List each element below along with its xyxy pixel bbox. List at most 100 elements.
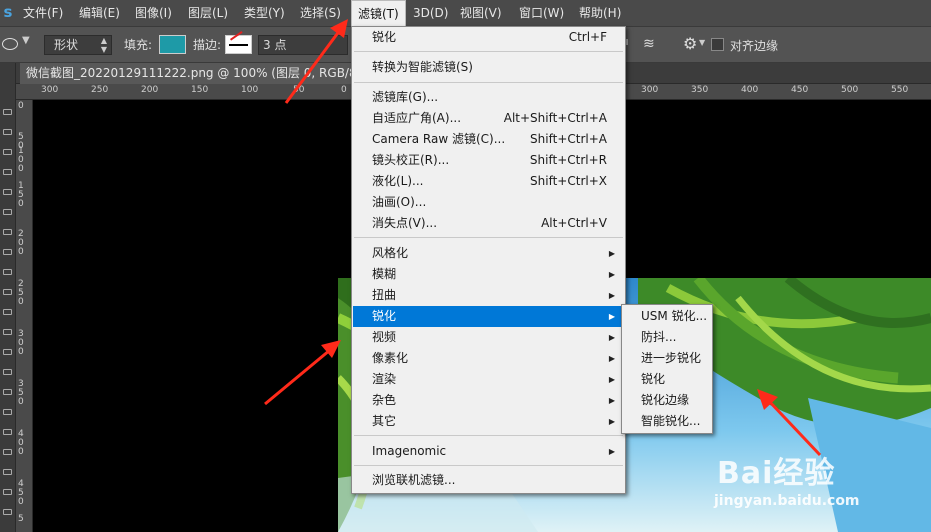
- menu-layer[interactable]: 图层(L): [182, 0, 234, 27]
- ruler-label: 0: [18, 497, 24, 507]
- tool-icon[interactable]: [3, 449, 12, 455]
- menu-item-pixelate[interactable]: 像素化 ▶: [353, 348, 624, 369]
- tool-icon[interactable]: [3, 429, 12, 435]
- tool-icon[interactable]: [3, 269, 12, 275]
- path-arrangement-icon[interactable]: ≋: [643, 36, 661, 54]
- menu-help[interactable]: 帮助(H): [573, 0, 627, 27]
- menu-separator: [354, 435, 623, 436]
- vertical-ruler[interactable]: 0 5 0 1 0 0 1 5 0 2 0 0 2 5 0 3 0 0 3 5 …: [16, 100, 33, 532]
- menu-item-vanishing-point[interactable]: 消失点(V)... Alt+Ctrl+V: [353, 213, 624, 234]
- menu-item-label: 自适应广角(A)...: [372, 111, 462, 125]
- tool-icon[interactable]: [3, 369, 12, 375]
- submenu-item-unsharp-mask[interactable]: USM 锐化...: [623, 306, 711, 327]
- tool-icon[interactable]: [3, 309, 12, 315]
- menu-item-browse-online-filters[interactable]: 浏览联机滤镜...: [353, 470, 624, 491]
- tool-icon[interactable]: [3, 469, 12, 475]
- menu-edit[interactable]: 编辑(E): [73, 0, 126, 27]
- ruler-label: 500: [841, 85, 859, 95]
- tool-icon[interactable]: [3, 289, 12, 295]
- menu-separator: [354, 465, 623, 466]
- watermark-url: jingyan.baidu.com: [714, 493, 860, 509]
- tool-icon[interactable]: [3, 209, 12, 215]
- ruler-label: 150: [191, 85, 209, 95]
- menu-item-sharpen[interactable]: 锐化 ▶: [353, 306, 624, 327]
- menu-item-filter-gallery[interactable]: 滤镜库(G)...: [353, 87, 624, 108]
- chevron-down-icon[interactable]: ▼: [22, 35, 30, 46]
- menu-image[interactable]: 图像(I): [129, 0, 178, 27]
- ellipse-tool-icon[interactable]: [2, 38, 18, 50]
- menu-item-other[interactable]: 其它 ▶: [353, 411, 624, 432]
- sharpen-submenu: USM 锐化... 防抖... 进一步锐化 锐化 锐化边缘 智能锐化...: [621, 304, 713, 434]
- tool-icon[interactable]: [3, 169, 12, 175]
- tool-icon[interactable]: [3, 389, 12, 395]
- menu-item-camera-raw[interactable]: Camera Raw 滤镜(C)... Shift+Ctrl+A: [353, 129, 624, 150]
- menu-item-distort[interactable]: 扭曲 ▶: [353, 285, 624, 306]
- menu-item-adaptive-wide-angle[interactable]: 自适应广角(A)... Alt+Shift+Ctrl+A: [353, 108, 624, 129]
- menu-file[interactable]: 文件(F): [17, 0, 69, 27]
- submenu-item-sharpen-more[interactable]: 进一步锐化: [623, 348, 711, 369]
- align-edges-checkbox[interactable]: [711, 38, 724, 51]
- menu-item-imagenomic[interactable]: Imagenomic ▶: [353, 441, 624, 462]
- tool-icon[interactable]: [3, 409, 12, 415]
- menu-view[interactable]: 视图(V): [454, 0, 508, 27]
- menu-item-label: 像素化: [372, 351, 409, 365]
- shape-mode-select[interactable]: 形状 ▲ ▼: [44, 35, 112, 55]
- menu-item-convert-smart-filter[interactable]: 转换为智能滤镜(S): [353, 57, 624, 78]
- submenu-item-shake-reduction[interactable]: 防抖...: [623, 327, 711, 348]
- submenu-item-smart-sharpen[interactable]: 智能锐化...: [623, 411, 711, 432]
- menu-item-label: 扭曲: [372, 288, 397, 302]
- gear-icon[interactable]: ⚙: [683, 34, 697, 53]
- menu-item-render[interactable]: 渲染 ▶: [353, 369, 624, 390]
- stroke-color-swatch[interactable]: [225, 35, 252, 54]
- submenu-arrow-icon: ▶: [608, 375, 615, 384]
- tool-icon[interactable]: [3, 229, 12, 235]
- menu-item-oil-paint[interactable]: 油画(O)...: [353, 192, 624, 213]
- menu-item-shortcut: Ctrl+F: [568, 30, 607, 44]
- menu-item-label: 镜头校正(R)...: [372, 153, 450, 167]
- document-tab[interactable]: 微信截图_20220129111222.png @ 100% (图层 0, RG…: [20, 63, 365, 84]
- submenu-arrow-icon: ▶: [608, 396, 615, 405]
- ruler-label: 5: [18, 514, 24, 524]
- tool-icon[interactable]: [3, 249, 12, 255]
- stroke-width-field[interactable]: 3 点: [258, 35, 348, 55]
- menu-item-liquify[interactable]: 液化(L)... Shift+Ctrl+X: [353, 171, 624, 192]
- chevron-down-icon[interactable]: ▼: [699, 38, 705, 47]
- menu-item-label: 滤镜库(G)...: [372, 90, 439, 104]
- ruler-label: 100: [241, 85, 259, 95]
- baidu-jingyan-watermark: Bai经验: [717, 456, 836, 491]
- menu-item-label: 锐化: [372, 309, 397, 323]
- menu-item-label: 消失点(V)...: [372, 216, 438, 230]
- menu-item-blur[interactable]: 模糊 ▶: [353, 264, 624, 285]
- ruler-label: 300: [41, 85, 59, 95]
- ruler-label: 0: [18, 247, 24, 257]
- menu-item-label: 转换为智能滤镜(S): [372, 60, 473, 74]
- tool-icon[interactable]: [3, 489, 12, 495]
- menu-item-shortcut: Alt+Ctrl+V: [541, 216, 607, 230]
- ruler-label: 250: [91, 85, 109, 95]
- tool-icon[interactable]: [3, 509, 12, 515]
- menu-item-last-filter[interactable]: 锐化 Ctrl+F: [353, 27, 624, 48]
- menu-window[interactable]: 窗口(W): [513, 0, 570, 27]
- submenu-item-sharpen-edges[interactable]: 锐化边缘: [623, 390, 711, 411]
- menu-filter[interactable]: 滤镜(T): [351, 0, 406, 27]
- menu-separator: [354, 237, 623, 238]
- menu-select[interactable]: 选择(S): [294, 0, 347, 27]
- tool-icon[interactable]: [3, 129, 12, 135]
- menu-item-stylize[interactable]: 风格化 ▶: [353, 243, 624, 264]
- menu-3d[interactable]: 3D(D): [407, 0, 454, 27]
- menu-item-noise[interactable]: 杂色 ▶: [353, 390, 624, 411]
- ruler-label: 200: [141, 85, 159, 95]
- tool-icon[interactable]: [3, 149, 12, 155]
- menu-item-video[interactable]: 视频 ▶: [353, 327, 624, 348]
- tool-icon[interactable]: [3, 329, 12, 335]
- submenu-arrow-icon: ▶: [608, 447, 615, 456]
- tool-icon[interactable]: [3, 109, 12, 115]
- fill-color-swatch[interactable]: [159, 35, 186, 54]
- fill-label: 填充:: [124, 38, 153, 52]
- menu-type[interactable]: 类型(Y): [238, 0, 291, 27]
- menu-item-lens-correction[interactable]: 镜头校正(R)... Shift+Ctrl+R: [353, 150, 624, 171]
- submenu-item-sharpen[interactable]: 锐化: [623, 369, 711, 390]
- tool-icon[interactable]: [3, 189, 12, 195]
- stroke-label: 描边:: [193, 38, 222, 52]
- tool-icon[interactable]: [3, 349, 12, 355]
